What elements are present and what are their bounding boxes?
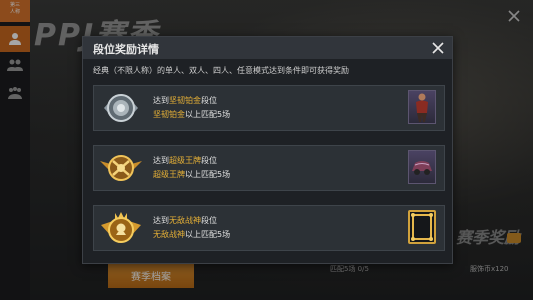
requirement-prefix: 达到 <box>153 96 169 105</box>
outfit-reward-icon[interactable] <box>408 90 436 124</box>
row-condition: 无敌战神以上匹配5场 <box>153 229 230 240</box>
rank-reward-dialog: 段位奖励详情 经典（不限人称）的单人、双人、四人、任意模式达到条件即可获得奖励 … <box>82 36 453 264</box>
condition-tier: 超级王牌 <box>153 170 185 179</box>
requirement-suffix: 段位 <box>201 156 217 165</box>
ace-emblem-icon <box>98 147 144 189</box>
reward-row-ace: 达到超级王牌段位 超级王牌以上匹配5场 <box>93 145 445 191</box>
row-requirement: 达到超级王牌段位 <box>153 155 217 166</box>
requirement-prefix: 达到 <box>153 156 169 165</box>
row-condition: 坚韧铂金以上匹配5场 <box>153 109 230 120</box>
reward-row-conqueror: 达到无敌战神段位 无敌战神以上匹配5场 <box>93 205 445 251</box>
row-requirement: 达到坚韧铂金段位 <box>153 95 217 106</box>
dialog-header: 段位奖励详情 <box>83 37 452 59</box>
reward-row-platinum: 达到坚韧铂金段位 坚韧铂金以上匹配5场 <box>93 85 445 131</box>
tier-name: 无敌战神 <box>169 216 201 225</box>
condition-text: 以上匹配5场 <box>185 230 231 239</box>
tier-name: 坚韧铂金 <box>169 96 201 105</box>
requirement-suffix: 段位 <box>201 216 217 225</box>
tier-name: 超级王牌 <box>169 156 201 165</box>
condition-tier: 无敌战神 <box>153 230 185 239</box>
dialog-description: 经典（不限人称）的单人、双人、四人、任意模式达到条件即可获得奖励 <box>93 66 349 75</box>
requirement-suffix: 段位 <box>201 96 217 105</box>
row-condition: 超级王牌以上匹配5场 <box>153 169 230 180</box>
condition-text: 以上匹配5场 <box>185 110 231 119</box>
condition-tier: 坚韧铂金 <box>153 110 185 119</box>
row-requirement: 达到无敌战神段位 <box>153 215 217 226</box>
vehicle-skin-reward-icon[interactable] <box>408 150 436 184</box>
avatar-frame-reward-icon[interactable] <box>408 210 436 244</box>
conqueror-emblem-icon <box>98 207 144 249</box>
condition-text: 以上匹配5场 <box>185 170 231 179</box>
close-icon[interactable] <box>430 40 446 56</box>
dialog-title: 段位奖励详情 <box>93 43 159 56</box>
requirement-prefix: 达到 <box>153 216 169 225</box>
platinum-emblem-icon <box>98 87 144 129</box>
